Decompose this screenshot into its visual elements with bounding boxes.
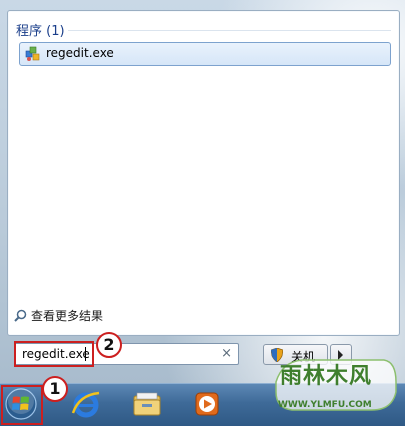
see-more-results-link[interactable]: 查看更多结果 <box>14 307 103 324</box>
start-menu-results-panel: 程序 (1) regedit.exe 查看更多结果 <box>7 10 400 336</box>
programs-group-header: 程序 (1) <box>16 24 65 39</box>
header-divider <box>68 30 391 31</box>
regedit-icon <box>25 46 40 61</box>
internet-explorer-icon[interactable] <box>69 387 103 421</box>
start-button-highlight <box>1 385 43 425</box>
site-watermark: 雨林木风 WWW.YLMFU.COM <box>272 352 400 418</box>
result-item-regedit[interactable]: regedit.exe <box>19 42 391 66</box>
search-highlight-box <box>14 341 94 367</box>
magnifier-icon <box>14 309 27 322</box>
step-callout-1: 1 <box>42 376 68 402</box>
windows-explorer-icon[interactable] <box>130 387 164 421</box>
see-more-results-label: 查看更多结果 <box>31 309 104 323</box>
watermark-title: 雨林木风 <box>280 364 373 389</box>
result-item-label: regedit.exe <box>46 46 114 60</box>
clear-search-button[interactable]: × <box>221 346 232 361</box>
step-callout-2: 2 <box>96 332 122 358</box>
watermark-url: WWW.YLMFU.COM <box>278 400 372 410</box>
windows-media-player-icon[interactable] <box>190 387 224 421</box>
